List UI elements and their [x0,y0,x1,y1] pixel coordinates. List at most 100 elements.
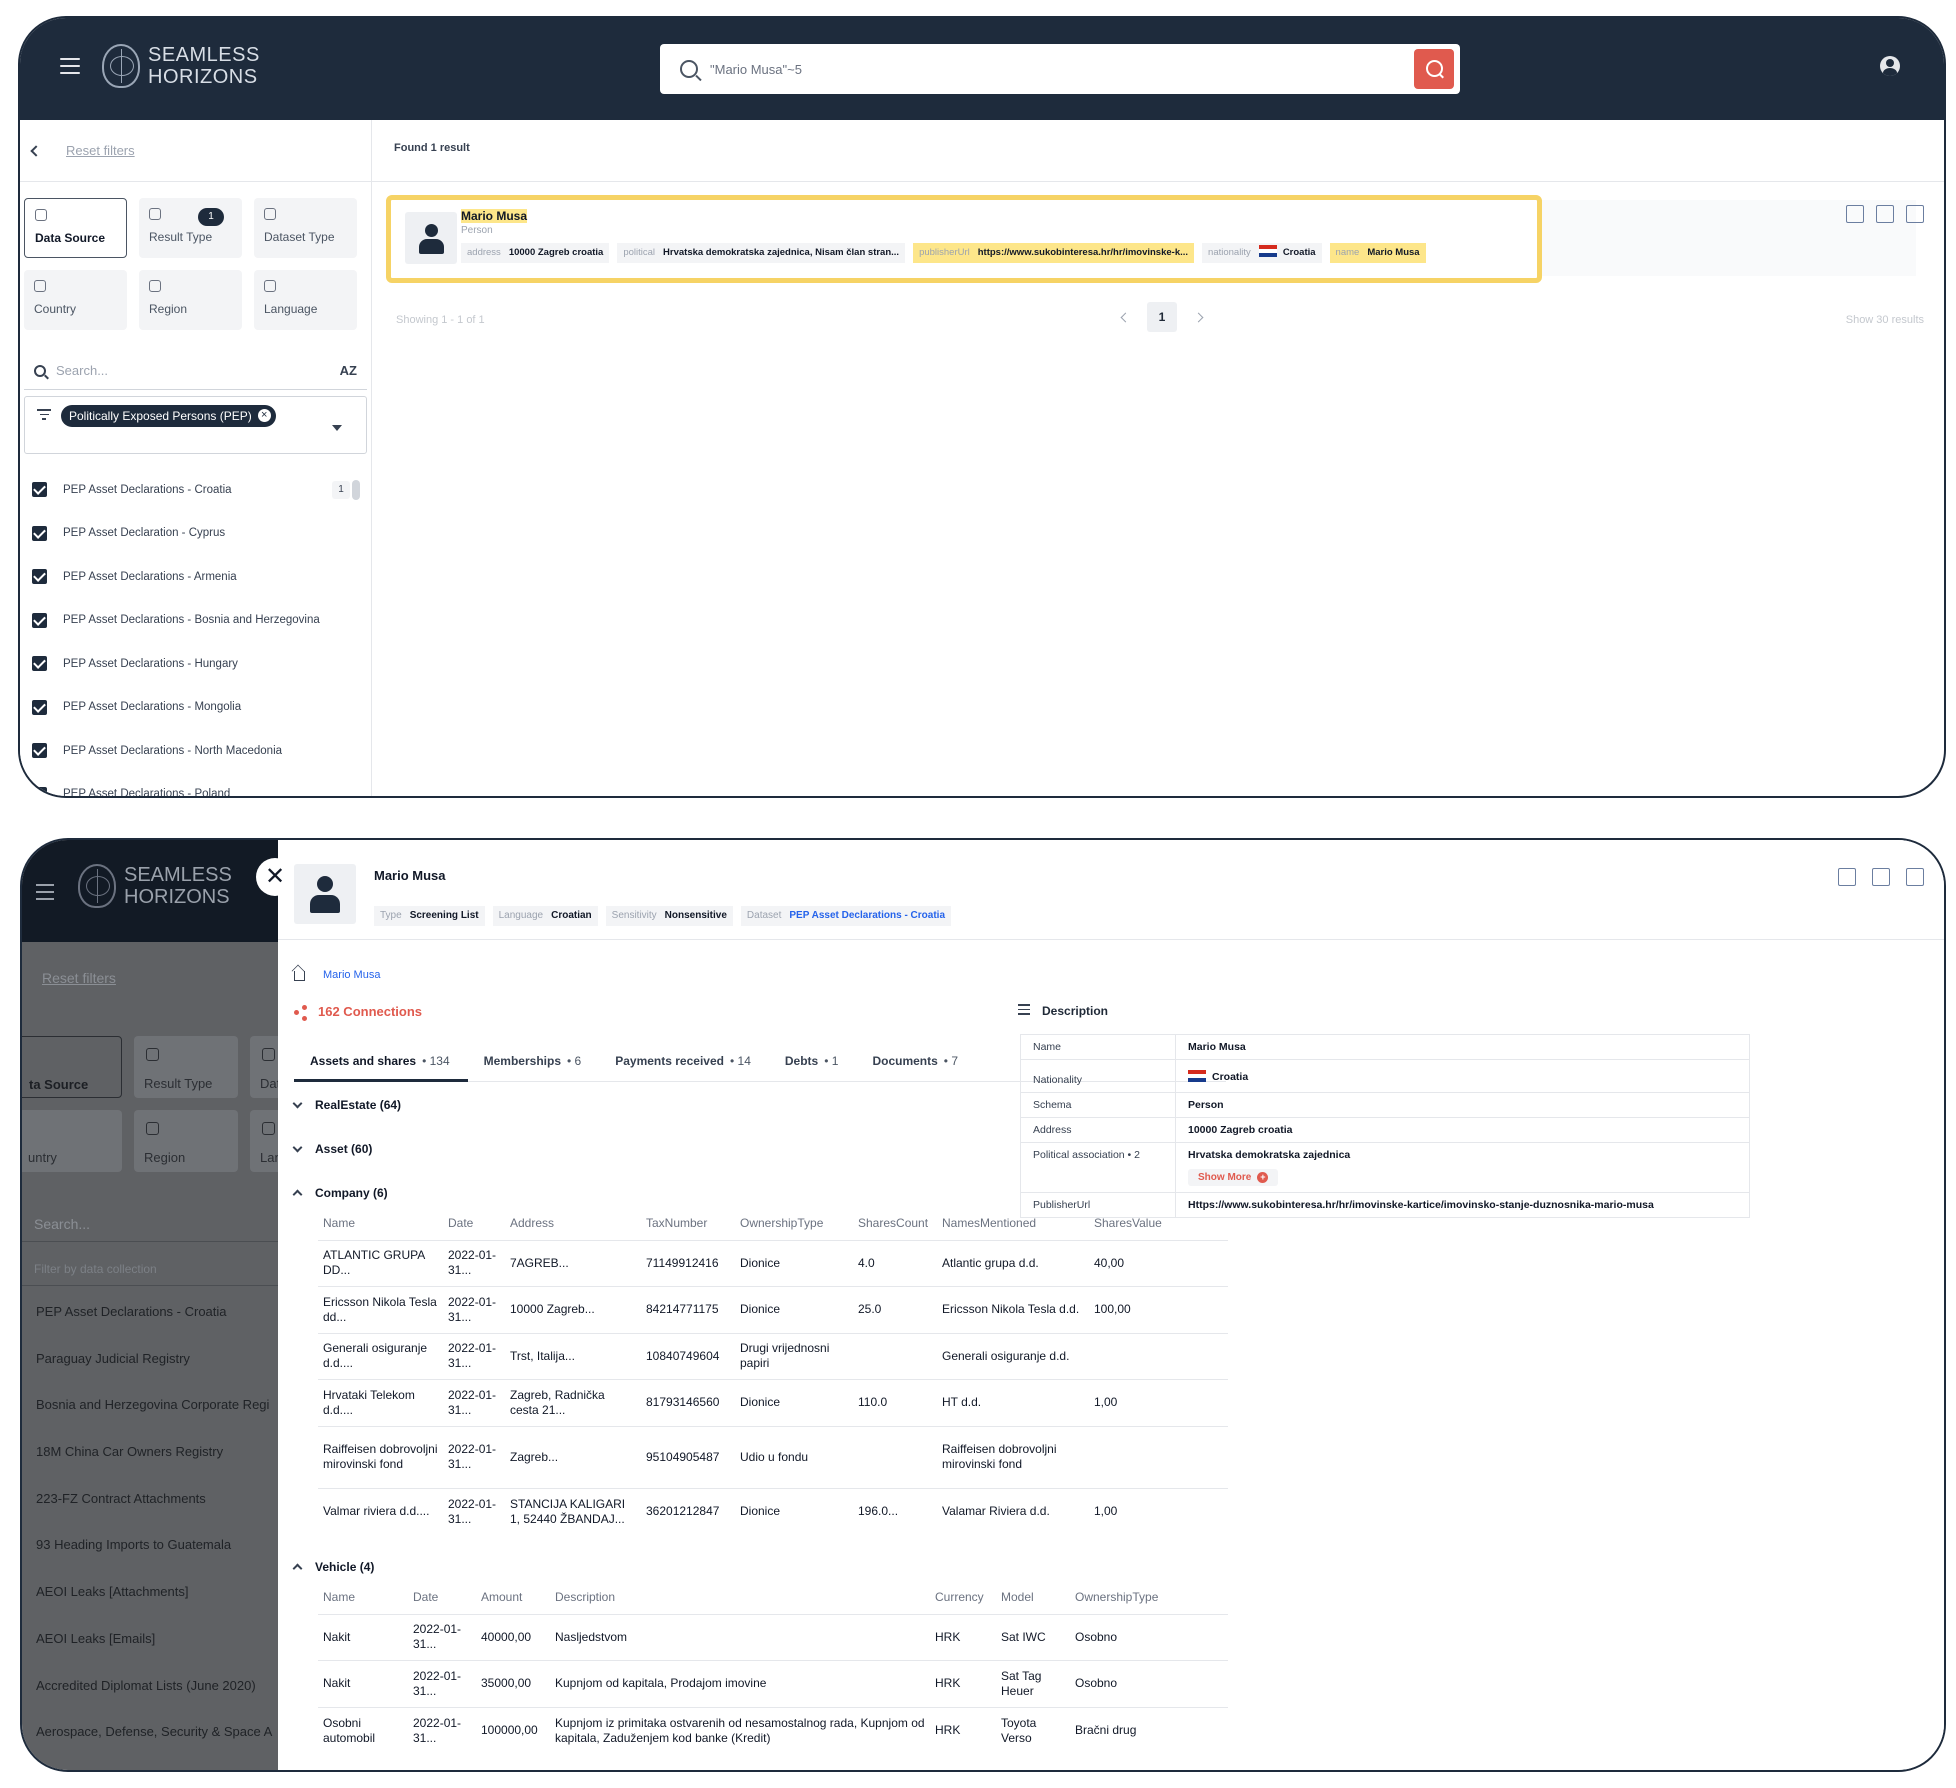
connections-link[interactable]: 162 Connections [294,1004,422,1019]
search-submit-button[interactable] [1414,49,1454,89]
data-source-item[interactable]: PEP Asset Declarations - North Macedonia [20,729,360,773]
column-header[interactable]: OwnershipType [735,1206,853,1240]
tab-debts[interactable]: Debts • 1 [769,1040,857,1082]
table-row[interactable]: ATLANTIC GRUPA DD... 2022-01-31... 7AGREB.… [318,1239,1228,1287]
open-external-icon[interactable] [1872,868,1890,886]
filter-tile-result-type[interactable]: Result Type 1 [139,198,242,258]
column-header[interactable]: Currency [930,1580,996,1614]
filter-tile-region[interactable]: Region [139,270,242,330]
sort-az-icon[interactable]: AZ [340,363,357,378]
data-source-list: PEP Asset Declarations - Croatia 1 PEP As… [20,468,360,796]
result-name[interactable]: Mario Musa [461,209,528,223]
entity-detail-window: SEAMLESS HORIZONS Reset filters ta Sourc… [20,838,1946,1772]
compare-icon[interactable] [1838,868,1856,886]
column-header[interactable]: Description [550,1580,930,1614]
close-icon[interactable]: ✕ [256,858,294,896]
table-cell: Kupnjom iz primitaka ostvarenih od nesam… [550,1706,930,1754]
column-header[interactable]: Address [505,1206,641,1240]
section-realestate-toggle[interactable]: RealEstate (64) [292,1098,401,1112]
user-icon[interactable] [1880,56,1900,76]
tab-payments-received[interactable]: Payments received • 14 [599,1040,769,1082]
page-number[interactable]: 1 [1147,302,1177,332]
menu-icon[interactable] [60,58,80,74]
checkbox-icon[interactable] [32,569,47,585]
table-cell: 4.0 [853,1239,937,1287]
tab-documents[interactable]: Documents • 7 [856,1040,976,1082]
tab-memberships[interactable]: Memberships • 6 [468,1040,600,1082]
checkbox-icon[interactable] [32,612,47,628]
chevron-down-icon[interactable] [332,425,342,431]
checkbox-icon[interactable] [32,786,47,796]
filter-chip-pep[interactable]: Politically Exposed Persons (PEP) [61,405,276,427]
reset-filters-link[interactable]: Reset filters [66,143,135,158]
column-header[interactable]: TaxNumber [641,1206,735,1240]
chevron-left-icon[interactable] [1120,312,1131,322]
checkbox-icon[interactable] [32,699,47,715]
table-row[interactable]: Hrvataki Telekom d.d.... 2022-01-31... Zag… [318,1379,1228,1426]
document-icon [149,208,161,220]
dimmed-source-list: PEP Asset Declarations - Croatia Paragua… [22,1294,278,1761]
sidebar-search[interactable]: Search... AZ [24,352,367,390]
compare-icon[interactable] [1846,205,1864,223]
section-vehicle-toggle[interactable]: Vehicle (4) [292,1560,374,1574]
column-header[interactable]: OwnershipType [1070,1580,1228,1614]
data-source-item[interactable]: PEP Asset Declarations - Mongolia [20,686,360,730]
table-row[interactable]: Raiffeisen dobrovoljni mirovinski fond 20… [318,1425,1228,1488]
download-icon[interactable] [1906,205,1924,223]
brand-logo[interactable]: SEAMLESS HORIZONS [102,42,260,90]
home-icon[interactable] [294,971,305,981]
data-source-item[interactable]: PEP Asset Declarations - Armenia [20,555,360,599]
page-size-select[interactable]: Show 30 results [1846,314,1924,326]
table-row[interactable]: Osobni automobil 2022-01-31... 100000,00 Ku… [318,1706,1228,1754]
checkbox-icon[interactable] [32,525,47,541]
breadcrumb-item[interactable]: Mario Musa [323,969,380,981]
filter-tile-language[interactable]: Language [254,270,357,330]
section-asset-toggle[interactable]: Asset (60) [292,1142,372,1156]
checkbox-icon[interactable] [32,743,47,759]
column-header[interactable]: Name [318,1206,443,1240]
tag-dataset[interactable]: Dataset PEP Asset Declarations - Croatia [740,906,952,926]
global-search-box[interactable]: "Mario Musa"~5 [660,44,1460,94]
table-row[interactable]: Nakit 2022-01-31... 40000,00 Nasljedstvom HR… [318,1613,1228,1661]
tab-assets-and-shares[interactable]: Assets and shares • 134 [294,1040,468,1082]
sidebar-search-input[interactable]: Search... [56,363,108,378]
chevron-left-icon[interactable] [30,144,42,157]
data-source-item[interactable]: PEP Asset Declarations - Hungary [20,642,360,686]
table-row[interactable]: Generali osiguranje d.d.... 2022-01-31...… [318,1332,1228,1380]
column-header[interactable]: Model [996,1580,1070,1614]
filter-tile-country[interactable]: Country [24,270,127,330]
column-header[interactable]: Name [318,1580,408,1614]
open-external-icon[interactable] [1876,205,1894,223]
data-source-item[interactable]: PEP Asset Declarations - Poland [20,773,360,796]
data-source-item[interactable]: PEP Asset Declarations - Bosnia and Herz… [20,599,360,643]
column-header[interactable]: SharesCount [853,1206,937,1240]
table-row[interactable]: Valmar riviera d.d.... 2022-01-31... STANC… [318,1487,1228,1535]
checkbox-icon[interactable] [32,482,47,498]
tag-sensitivity: Sensitivity Nonsensitive [605,906,733,926]
list-scrollbar[interactable] [352,480,360,500]
show-more-button[interactable]: Show More + [1188,1169,1279,1186]
data-source-item[interactable]: PEP Asset Declarations - Croatia 1 [20,468,360,512]
column-header[interactable]: Date [408,1580,476,1614]
publisher-url-link[interactable]: Https://www.sukobinteresa.hr/hr/imovinsk… [1175,1192,1750,1218]
chevron-right-icon[interactable] [1193,312,1204,322]
filter-tile-data-source[interactable]: Data Source [24,198,127,258]
checkbox-icon[interactable] [32,656,47,672]
download-icon[interactable] [1906,868,1924,886]
entity-tags: Type Screening List Language Croatian Sens… [374,906,952,926]
table-cell: Zagreb, Radnička cesta 21... [505,1379,641,1426]
table-cell [853,1332,937,1380]
brain-logo-icon [78,864,116,908]
column-header[interactable]: Amount [476,1580,550,1614]
table-cell: HRK [930,1706,996,1754]
column-header[interactable]: Date [443,1206,505,1240]
section-company-toggle[interactable]: Company (6) [292,1186,388,1200]
filter-tiles: Data Source Result Type 1 Dataset Type Co… [20,182,371,330]
filter-tile-dataset-type[interactable]: Dataset Type [254,198,357,258]
table-cell: 2022-01-31... [408,1660,476,1707]
table-row[interactable]: Nakit 2022-01-31... 35000,00 Kupnjom od kap… [318,1660,1228,1707]
data-source-item[interactable]: PEP Asset Declaration - Cyprus [20,512,360,556]
search-input[interactable]: "Mario Musa"~5 [710,62,1414,77]
result-card[interactable]: Mario Musa Person address 10000 Zagreb cr… [386,195,1542,283]
table-row[interactable]: Ericsson Nikola Tesla dd... 2022-01-31...… [318,1286,1228,1333]
